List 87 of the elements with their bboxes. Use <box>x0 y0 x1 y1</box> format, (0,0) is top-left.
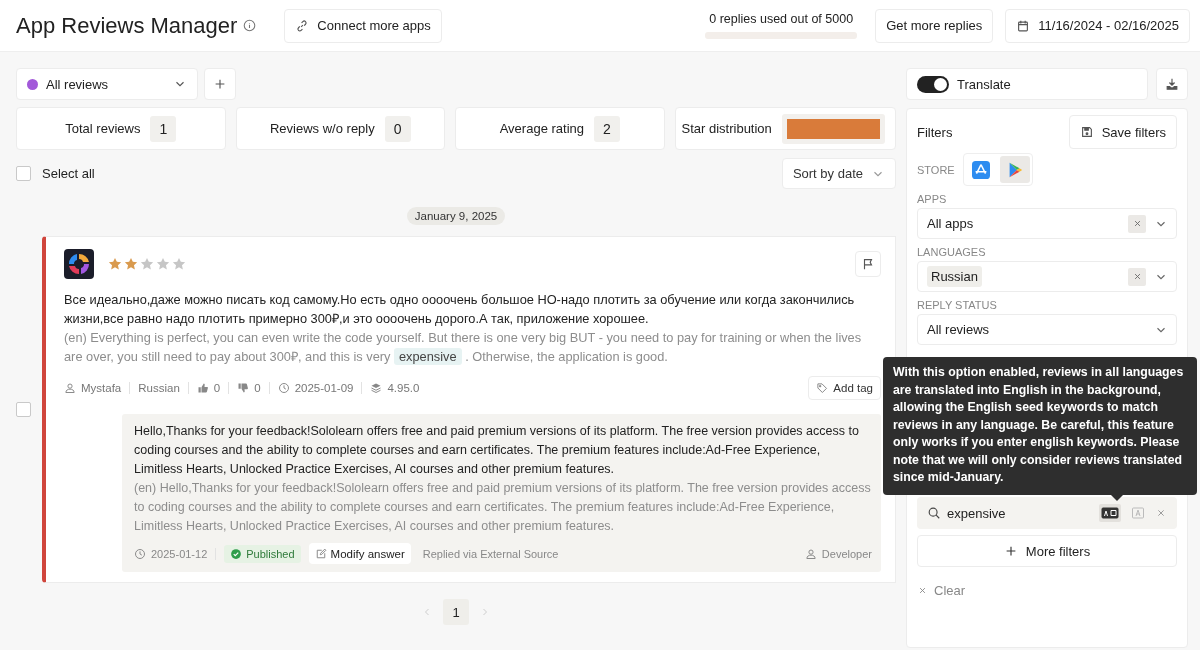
translate-icon <box>1101 507 1119 519</box>
review-date: 2025-01-09 <box>294 382 354 394</box>
date-range-button[interactable]: 11/16/2024 - 02/16/2025 <box>1005 8 1190 43</box>
usage-text: 0 replies used out of 5000 <box>708 12 855 26</box>
reply-text: Hello,Thanks for your feedback!Sololearn offers free and paid premium versions of its platform. The free version provides access to coding courses and the ability to complete courses and earn certificates. The premium features include:Ad-Free Experience, Limitless Hearts, Unlocked Practice Exercises, AI courses and other premium features. <box>134 423 860 478</box>
user-icon <box>804 547 817 560</box>
link-icon <box>295 18 310 33</box>
add-tag-button[interactable]: Add tag <box>808 376 881 400</box>
flag-button[interactable] <box>855 251 881 277</box>
reply-translation: (en) Hello,Thanks for your feedback!Sololearn offers free and paid premium versions of its platform. The free version provides access to coding courses and the ability to complete courses and earn certificates. The premium features include:Ad-Free Experience, Limitless Hearts, Unlocked Practice Exercises, AI courses and other premium features. <box>134 480 872 535</box>
clock-icon <box>277 382 290 394</box>
star-icon <box>108 257 122 271</box>
like-count: 0 <box>213 382 221 394</box>
check-circle-icon <box>230 547 243 560</box>
stat-value: 2 <box>594 115 620 142</box>
clear-filters-button[interactable]: Clear <box>917 583 966 598</box>
info-icon <box>243 19 257 32</box>
sort-dropdown[interactable]: Sort by date <box>781 158 896 189</box>
download-button[interactable] <box>1156 68 1188 100</box>
checkbox[interactable] <box>16 166 31 181</box>
translate-toggle[interactable] <box>917 75 949 93</box>
letter-icon <box>1129 507 1147 519</box>
field-label: APPS <box>917 193 948 205</box>
select-field[interactable]: All apps <box>917 208 1177 239</box>
stat-label: Average rating <box>499 121 584 136</box>
close-icon <box>917 585 928 596</box>
translate-mode-button[interactable] <box>1099 504 1121 522</box>
more-filters-button[interactable]: More filters <box>917 535 1177 567</box>
add-button[interactable] <box>204 68 236 100</box>
plus-icon <box>213 77 227 91</box>
review-filter-dropdown[interactable]: All reviews <box>16 68 198 100</box>
tooltip-text: With this option enabled, reviews in all languages are translated into English in the background, allowing the English seed keywords to match reviews in any language. Be careful, this feature only works if you enter english keywords. Please note that we will only consider reviews translated since mid-January. <box>893 364 1185 486</box>
star-icon <box>172 257 186 271</box>
stat-value: 0 <box>384 115 411 142</box>
star-icon <box>156 257 170 271</box>
tag-icon <box>816 382 829 394</box>
save-filters-button[interactable]: Save filters <box>1068 115 1177 149</box>
date-label: January 9, 2025 <box>406 207 506 225</box>
review-text: Все идеально,даже можно писать код самому.Но есть одно оооочень большое НО-надо плотить за обучение или когда закончились жизни,все равно надо плотить примерно 300₽,и это оооочень дорого.А так, приложение хорошее. <box>64 291 856 328</box>
dislike-count: 0 <box>254 382 261 394</box>
keyword-search-field[interactable]: expensive <box>917 497 1177 529</box>
page-button[interactable]: 1 <box>443 599 469 625</box>
translate-label: Translate <box>957 76 1011 92</box>
app-store-icon <box>971 160 990 179</box>
clear-button[interactable] <box>1128 214 1146 233</box>
calendar-icon <box>1016 18 1031 33</box>
field-label: LANGUAGES <box>917 246 987 258</box>
connect-apps-button[interactable]: Connect more apps <box>284 8 442 43</box>
user-icon <box>64 382 76 394</box>
filters-title: Filters <box>917 124 953 140</box>
clock-icon <box>134 547 146 560</box>
save-icon <box>1079 125 1094 139</box>
review-language: Russian <box>138 382 180 394</box>
field-label: STORE <box>917 163 955 176</box>
field-label: REPLY STATUS <box>917 299 998 311</box>
app-logo <box>64 249 94 279</box>
checkbox[interactable] <box>16 402 31 417</box>
app-version: 4.95.0 <box>387 382 420 394</box>
status-badge: Published <box>224 544 301 563</box>
reply-source: Replied via External Source <box>422 547 559 560</box>
stat-label: Total reviews <box>65 121 141 136</box>
close-icon <box>1155 507 1167 519</box>
edit-icon <box>314 547 327 560</box>
modify-answer-button[interactable]: Modify answer <box>308 543 411 564</box>
reply-date: 2025-01-12 <box>151 547 208 560</box>
select-all-label[interactable]: Select all <box>42 166 95 181</box>
page-title: App Reviews Manager <box>16 12 238 39</box>
stat-value: 1 <box>150 115 177 142</box>
review-translation: (en) Everything is perfect, you can even write the code yourself. But there is one very big BUT - you need to pay for training or when the lives are over, you still need to pay about 300₽, and this is very expensive . Otherwise, the application is good. <box>64 329 863 366</box>
star-icon <box>140 257 154 271</box>
reply-author: Developer <box>821 547 872 560</box>
select-field[interactable]: All reviews <box>917 314 1177 345</box>
thumbs-up-icon <box>196 382 209 394</box>
author-name: Mystafa <box>81 382 122 394</box>
download-icon <box>1165 77 1179 91</box>
clear-button[interactable] <box>1128 267 1146 286</box>
flag-icon <box>861 257 875 271</box>
store-button[interactable] <box>999 156 1030 183</box>
language-chip: Russian <box>927 266 982 287</box>
thumbs-down-icon <box>237 382 250 394</box>
star-icon <box>124 257 138 271</box>
stat-label: Star distribution <box>681 121 772 136</box>
stat-label: Reviews w/o reply <box>269 121 375 136</box>
select-field[interactable]: Russian <box>917 261 1177 292</box>
layers-icon <box>370 382 383 394</box>
get-more-replies-button[interactable]: Get more replies <box>875 8 994 43</box>
search-icon <box>927 506 941 520</box>
